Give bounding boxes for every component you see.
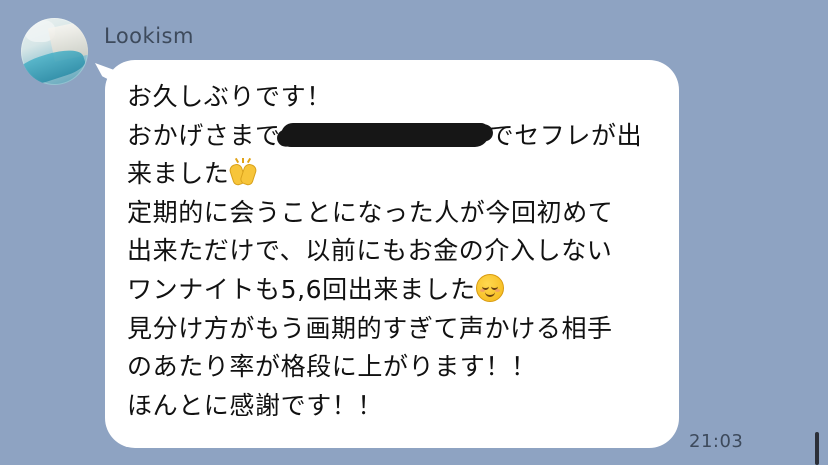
message-bubble[interactable]: お久しぶりです！ おかげさまで でセフレが出 来ました 定期的に会うことになった人…: [105, 60, 679, 448]
smiling-face-emoji-icon: [475, 273, 504, 302]
message-line: 来ました: [127, 155, 659, 194]
message-text: ワンナイトも5,6回出来ました: [127, 274, 476, 304]
scrollbar[interactable]: [815, 432, 819, 465]
message-text: おかげさまで: [127, 120, 281, 150]
message-timestamp: 21:03: [689, 431, 744, 452]
message-line: ほんとに感謝です！！: [127, 390, 384, 420]
message-line: ワンナイトも5,6回出来ました: [127, 271, 659, 310]
sender-name: Lookism: [104, 24, 194, 48]
redaction-scribble: [280, 122, 489, 147]
message-text: 来ました: [127, 159, 230, 189]
message-line: おかげさまで でセフレが出: [127, 117, 659, 156]
raising-hands-emoji-icon: [228, 158, 259, 187]
message-text: でセフレが出: [488, 120, 643, 150]
message-line: お久しぶりです！: [127, 82, 332, 111]
message-line: 出来ただけで、以前にもお金の介入しない: [127, 236, 613, 266]
message-line: のあたり率が格段に上がります！！: [127, 352, 537, 382]
sender-avatar[interactable]: [21, 18, 88, 85]
message-line: 定期的に会うことになった人が今回初めて: [127, 197, 614, 227]
chat-area[interactable]: Lookism お久しぶりです！ おかげさまで でセフレが出 来ました 定期的に会…: [0, 0, 828, 465]
message-line: 見分け方がもう画期的すぎて声かける相手: [127, 313, 613, 343]
